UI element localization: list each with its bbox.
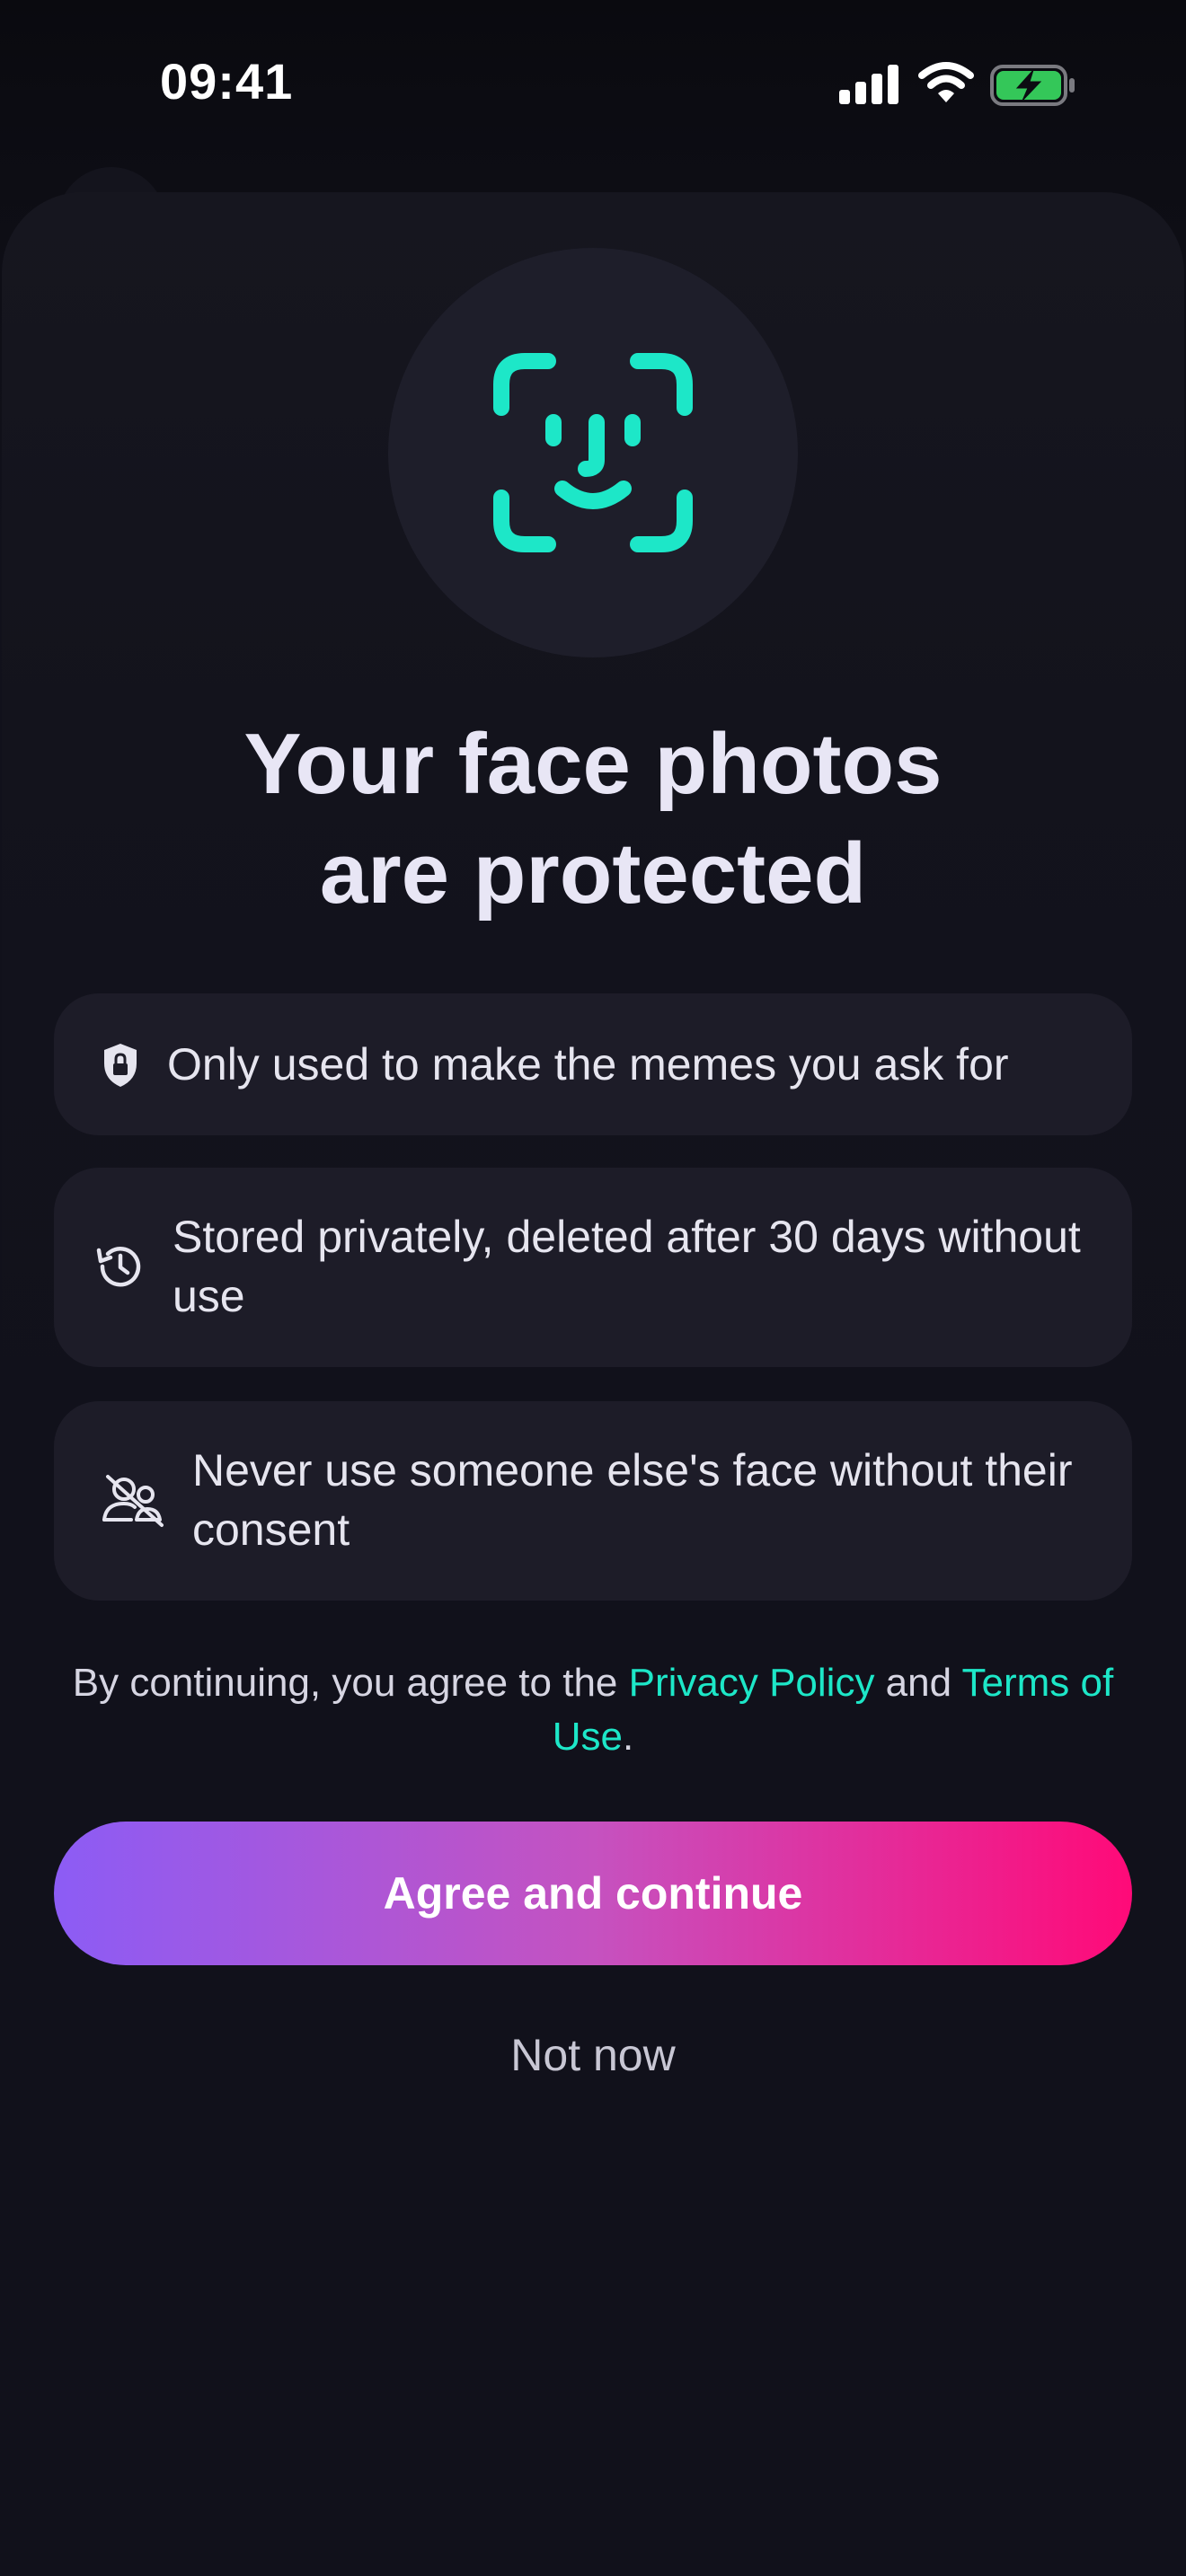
signal-icon <box>839 65 898 104</box>
legal-prefix: By continuing, you agree to the <box>72 1661 629 1705</box>
privacy-policy-link[interactable]: Privacy Policy <box>629 1661 875 1705</box>
not-now-button[interactable]: Not now <box>413 2021 773 2089</box>
feature-card-consent: Never use someone else's face without th… <box>54 1401 1132 1601</box>
face-id-icon <box>493 353 693 552</box>
legal-middle: and <box>874 1661 962 1705</box>
user-off-icon <box>102 1475 164 1527</box>
legal-notice: By continuing, you agree to the Privacy … <box>54 1656 1132 1764</box>
history-clock-icon <box>96 1247 141 1287</box>
title-line-1: Your face photos <box>243 716 943 812</box>
screen: 09:41 Your face photos are protected Onl… <box>0 0 1186 2576</box>
status-time: 09:41 <box>160 53 294 110</box>
status-bar: 09:41 <box>0 0 1186 180</box>
legal-suffix: . <box>623 1715 634 1759</box>
battery-charging-icon <box>990 65 1075 106</box>
feature-text: Only used to make the memes you ask for <box>167 1039 1009 1090</box>
wifi-icon <box>918 62 974 102</box>
feature-text: Never use someone else's face without th… <box>192 1445 1073 1555</box>
agree-and-continue-button[interactable]: Agree and continue <box>54 1822 1132 1965</box>
title-line-2: are protected <box>319 825 867 922</box>
feature-card-storage: Stored privately, deleted after 30 days … <box>54 1168 1132 1367</box>
feature-text: Stored privately, deleted after 30 days … <box>173 1212 1081 1321</box>
page-title: Your face photos are protected <box>0 710 1186 929</box>
shield-lock-icon <box>104 1044 137 1087</box>
feature-card-usage: Only used to make the memes you ask for <box>54 993 1132 1135</box>
